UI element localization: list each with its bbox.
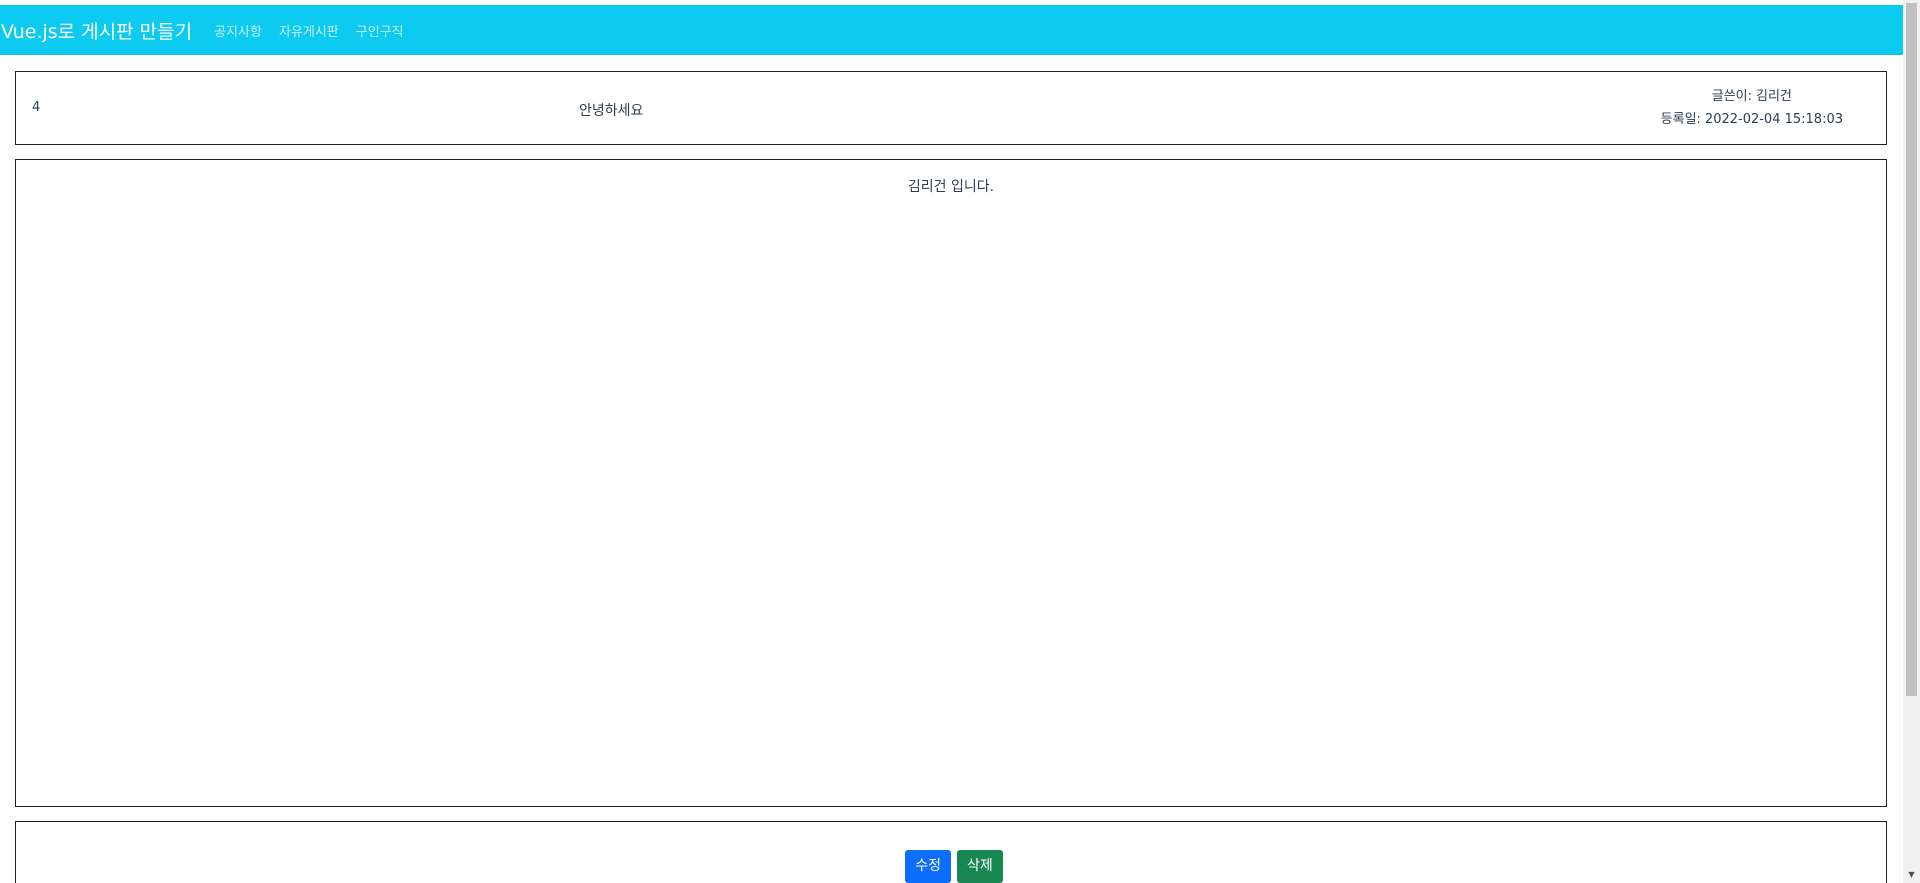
post-content: 김리건 입니다.	[15, 159, 1887, 807]
nav-link-free-board[interactable]: 자유게시판	[279, 21, 339, 40]
scrollbar-thumb[interactable]	[1906, 3, 1917, 696]
edit-button[interactable]: 수정	[905, 850, 951, 883]
date-row: 등록일: 2022-02-04 15:18:03	[1661, 108, 1843, 131]
post-actions: 수정 삭제	[15, 821, 1887, 883]
page: Vue.js로 게시판 만들기 공지사항 자유게시판 구인구직 4 안녕하세요 …	[0, 0, 1920, 883]
author-label: 글쓴이:	[1711, 89, 1753, 104]
vertical-scrollbar[interactable]: ▼	[1903, 0, 1920, 883]
chevron-down-icon[interactable]: ▼	[1903, 866, 1920, 883]
delete-button[interactable]: 삭제	[957, 850, 1003, 883]
post-meta: 글쓴이: 김리건 등록일: 2022-02-04 15:18:03	[1661, 85, 1843, 131]
author-row: 글쓴이: 김리건	[1661, 85, 1843, 108]
post-title: 안녕하세요	[579, 103, 644, 119]
post-content-text: 김리건 입니다.	[907, 179, 995, 195]
date-label: 등록일:	[1660, 112, 1701, 127]
navbar: Vue.js로 게시판 만들기 공지사항 자유게시판 구인구직	[0, 5, 1903, 55]
post-header: 4 안녕하세요 글쓴이: 김리건 등록일: 2022-02-04 15:18:03	[15, 71, 1887, 145]
post-date: 2022-02-04 15:18:03	[1704, 112, 1843, 127]
nav-link-notice[interactable]: 공지사항	[214, 21, 262, 40]
action-buttons: 수정 삭제	[16, 850, 1886, 883]
author-name: 김리건	[1756, 89, 1792, 104]
nav-link-jobs[interactable]: 구인구직	[356, 21, 404, 40]
post-id: 4	[32, 100, 41, 115]
navbar-brand[interactable]: Vue.js로 게시판 만들기	[1, 17, 192, 44]
